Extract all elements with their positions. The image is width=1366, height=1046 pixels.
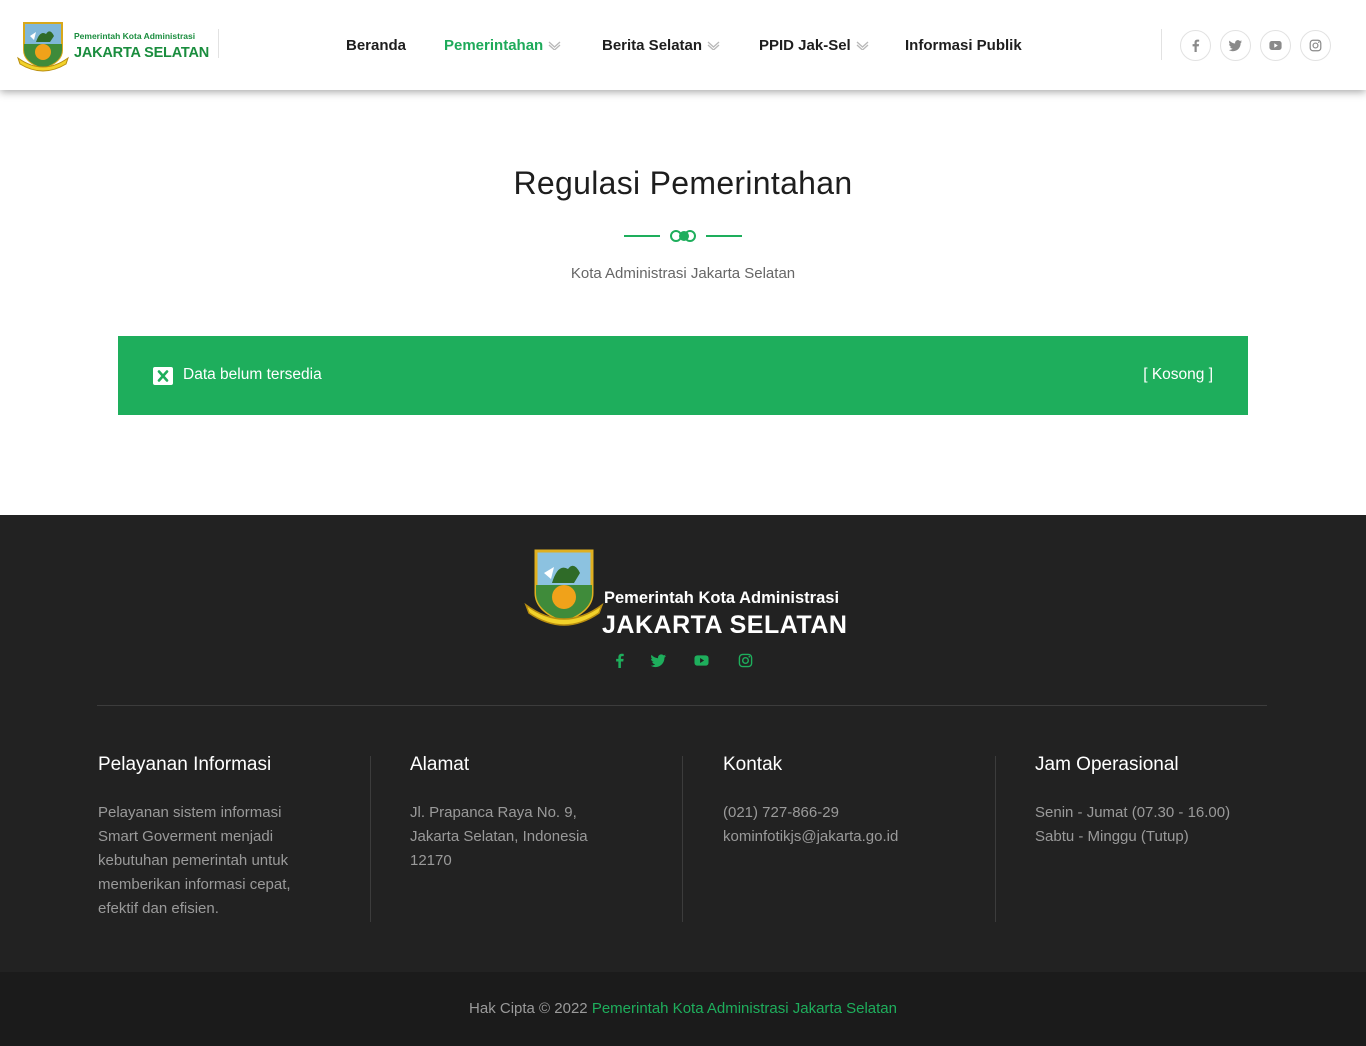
footer-col-text: Pelayanan sistem informasi Smart Goverme…	[98, 801, 358, 921]
footer-col-title: Kontak	[723, 754, 783, 775]
footer-col-divider	[370, 756, 371, 922]
footer-logo-line2: JAKARTA SELATAN	[602, 611, 848, 639]
footer-email[interactable]: kominfotikjs@jakarta.go.id	[723, 825, 983, 849]
footer-line: Smart Goverment menjadi	[98, 828, 274, 845]
footer-twitter-link[interactable]	[650, 653, 669, 671]
header-instagram-button[interactable]	[1300, 30, 1331, 61]
footer-col-divider	[995, 756, 996, 922]
header-youtube-button[interactable]	[1260, 30, 1291, 61]
nav-label: Beranda	[346, 36, 407, 54]
nav-item-berita-selatan[interactable]: Berita Selatan	[602, 35, 720, 55]
nav-item-pemerintahan[interactable]: Pemerintahan	[444, 35, 561, 55]
footer-line: Sabtu - Minggu (Tutup)	[1035, 828, 1189, 845]
nav-label: PPID Jak-Sel	[759, 36, 851, 54]
twitter-icon	[650, 654, 666, 668]
footer-line: efektif dan efisien.	[98, 900, 219, 917]
copyright-text: Hak Cipta © 2022	[469, 1000, 592, 1017]
footer-col-title: Jam Operasional	[1035, 754, 1179, 775]
footer-line: Jl. Prapanca Raya No. 9,	[410, 804, 577, 821]
footer-facebook-link[interactable]	[612, 653, 630, 671]
jakarta-selatan-emblem-icon	[17, 22, 69, 72]
youtube-icon	[1269, 41, 1282, 50]
footer-col-kontak: Kontak (021) 727-866-29 kominfotikjs@jak…	[723, 751, 983, 849]
page-subtitle: Kota Administrasi Jakarta Selatan	[570, 265, 796, 282]
facebook-icon	[1192, 39, 1200, 52]
instagram-icon	[1309, 39, 1322, 52]
footer-col-text: Jl. Prapanca Raya No. 9, Jakarta Selatan…	[410, 801, 670, 873]
footer-col-text: (021) 727-866-29 kominfotikjs@jakarta.go…	[723, 801, 983, 849]
footer-col-title: Alamat	[410, 754, 470, 775]
nav-label: Informasi Publik	[905, 36, 1022, 54]
footer-col-divider	[682, 756, 683, 922]
jakarta-selatan-emblem-icon	[524, 549, 604, 626]
logo-line2: JAKARTA SELATAN	[74, 45, 210, 61]
chevron-down-icon	[548, 41, 561, 50]
header-logo[interactable]: Pemerintah Kota Administrasi JAKARTA SEL…	[16, 20, 216, 72]
footer-line: 12170	[410, 852, 452, 869]
footer-phone[interactable]: (021) 727-866-29	[723, 801, 983, 825]
footer-logo[interactable]: Pemerintah Kota Administrasi JAKARTA SEL…	[524, 549, 847, 639]
nav-item-ppid-jak-sel[interactable]: PPID Jak-Sel	[759, 35, 869, 55]
youtube-icon	[694, 655, 709, 666]
footer-instagram-link[interactable]	[738, 653, 756, 671]
footer-col-alamat: Alamat Jl. Prapanca Raya No. 9, Jakarta …	[410, 751, 670, 873]
logo-line1: Pemerintah Kota Administrasi	[74, 30, 196, 41]
header-divider	[1161, 29, 1162, 60]
close-square-icon	[153, 367, 173, 385]
footer-line: kebutuhan pemerintah untuk	[98, 852, 289, 869]
alert-message: Data belum tersedia	[183, 366, 322, 383]
footer-divider	[97, 705, 1267, 706]
footer-youtube-link[interactable]	[694, 653, 712, 671]
site-header: Pemerintah Kota Administrasi JAKARTA SEL…	[0, 0, 1366, 90]
title-ornament-icon	[624, 230, 742, 242]
nav-label: Berita Selatan	[602, 36, 703, 54]
facebook-icon	[616, 653, 624, 668]
nav-item-beranda[interactable]: Beranda	[346, 35, 406, 55]
twitter-icon	[1229, 40, 1242, 52]
header-twitter-button[interactable]	[1220, 30, 1251, 61]
chevron-down-icon	[856, 41, 869, 50]
footer-line: Senin - Jumat (07.30 - 16.00)	[1035, 804, 1231, 821]
site-footer: Pemerintah Kota Administrasi JAKARTA SEL…	[0, 515, 1366, 972]
page-title: Regulasi Pemerintahan	[513, 165, 853, 201]
footer-line: Pelayanan sistem informasi	[98, 804, 282, 821]
footer-line: Jakarta Selatan, Indonesia	[410, 828, 588, 845]
empty-data-alert: Data belum tersedia [ Kosong ]	[118, 336, 1248, 415]
nav-label: Pemerintahan	[444, 36, 544, 54]
footer-col-jam-operasional: Jam Operasional Senin - Jumat (07.30 - 1…	[1035, 751, 1295, 849]
alert-status: [ Kosong ]	[1143, 366, 1213, 383]
nav-item-informasi-publik[interactable]: Informasi Publik	[905, 35, 1022, 55]
footer-col-title: Pelayanan Informasi	[98, 754, 272, 775]
header-divider	[218, 29, 219, 58]
copyright-link[interactable]: Pemerintah Kota Administrasi Jakarta Sel…	[592, 1000, 897, 1017]
footer-col-text: Senin - Jumat (07.30 - 16.00) Sabtu - Mi…	[1035, 801, 1295, 849]
footer-line: memberikan informasi cepat,	[98, 876, 291, 893]
footer-col-pelayanan-informasi: Pelayanan Informasi Pelayanan sistem inf…	[98, 751, 358, 921]
copyright-bar: Hak Cipta © 2022 Pemerintah Kota Adminis…	[0, 972, 1366, 1046]
instagram-icon	[738, 653, 753, 668]
footer-logo-line1: Pemerintah Kota Administrasi	[604, 589, 840, 607]
chevron-down-icon	[707, 41, 720, 50]
header-facebook-button[interactable]	[1180, 30, 1211, 61]
